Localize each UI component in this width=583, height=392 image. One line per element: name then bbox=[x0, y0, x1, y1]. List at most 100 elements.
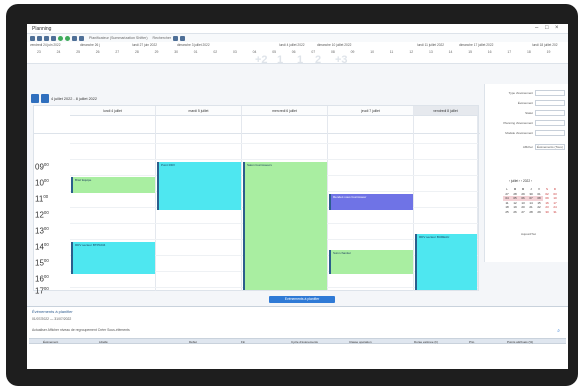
timeline-day-number[interactable]: 28 bbox=[135, 50, 139, 54]
minimize-icon[interactable]: – bbox=[535, 25, 538, 31]
timeline-day-number[interactable]: 30 bbox=[174, 50, 178, 54]
day-header-wednesday[interactable]: mercredi 6 juillet bbox=[242, 106, 328, 116]
list-icon[interactable] bbox=[51, 35, 56, 41]
export-icon[interactable] bbox=[180, 35, 186, 41]
mini-calendar-day[interactable]: 29 bbox=[535, 210, 543, 215]
timeline-date: dimanche 26 j bbox=[80, 43, 100, 47]
timeline-count: 1 bbox=[277, 54, 284, 66]
filter-select[interactable] bbox=[535, 130, 565, 136]
filter-select[interactable] bbox=[535, 100, 565, 106]
day-header-friday[interactable]: vendredi 8 juillet bbox=[414, 106, 478, 116]
event-item[interactable]: Suivi chantier bbox=[329, 250, 413, 274]
timeline-day-number[interactable]: 10 bbox=[370, 50, 374, 54]
day-header-monday[interactable]: lundi 4 juillet bbox=[70, 106, 156, 116]
filter-select[interactable] bbox=[535, 110, 565, 116]
timeline-day-number[interactable]: 17 bbox=[507, 50, 511, 54]
timeline-day-number[interactable]: 11 bbox=[390, 50, 394, 54]
event-item[interactable]: Point RDV bbox=[157, 162, 241, 210]
zoom-icon[interactable] bbox=[72, 35, 77, 41]
refresh-icon[interactable] bbox=[58, 35, 63, 41]
timeline-date: dimanche 10 juillet 2022 bbox=[317, 43, 352, 47]
column-header[interactable]: Début bbox=[189, 340, 197, 344]
from-date-field[interactable]: 01/07/2022 bbox=[32, 317, 49, 321]
search-icon[interactable]: ⌕ bbox=[557, 328, 560, 334]
mini-calendar-day[interactable]: 28 bbox=[527, 210, 535, 215]
today-link[interactable]: Aujourd'hui bbox=[521, 232, 536, 236]
timeline-day-number[interactable]: 27 bbox=[115, 50, 119, 54]
column-header[interactable]: Libellé bbox=[99, 340, 108, 344]
panel-toolbar[interactable]: Actualiser Afficher niveau de regroupeme… bbox=[32, 328, 130, 332]
timeline-day-number[interactable]: 13 bbox=[429, 50, 433, 54]
timeline-day-number[interactable]: 09 bbox=[351, 50, 355, 54]
timeline-count: +2 bbox=[255, 54, 268, 66]
app-screen: Planning – □ × Planificateur (Summarizat… bbox=[27, 24, 568, 369]
timeline-day-number[interactable]: 06 bbox=[292, 50, 296, 54]
timeline-count: +3 bbox=[335, 54, 348, 66]
timeline-day-number[interactable]: 02 bbox=[213, 50, 217, 54]
day-header-tuesday[interactable]: mardi 5 juillet bbox=[156, 106, 242, 116]
window-title: Planning bbox=[32, 26, 52, 32]
timeline-day-number[interactable]: 25 bbox=[76, 50, 80, 54]
add-icon[interactable] bbox=[65, 35, 70, 41]
prev-week-button[interactable] bbox=[31, 94, 39, 103]
timeline-date: lundi 18 juillet 202 bbox=[532, 43, 558, 47]
hour-label: 1400 bbox=[35, 242, 49, 252]
mini-calendar-day[interactable]: 27 bbox=[519, 210, 527, 215]
mini-calendar-day[interactable]: 30 bbox=[543, 210, 551, 215]
toolbar-period-label: Planificateur (Summarization Shifter) bbox=[89, 36, 148, 40]
filter-label: Évènement bbox=[517, 101, 533, 105]
timeline-day-number[interactable]: 26 bbox=[96, 50, 100, 54]
event-item[interactable]: Rendez-vous fournisseur bbox=[329, 194, 413, 210]
timeline-day-number[interactable]: 23 bbox=[37, 50, 41, 54]
mini-calendar-day[interactable]: 25 bbox=[503, 210, 511, 215]
calendar-range: 4 juillet 2022 - 8 juillet 2022 bbox=[51, 97, 98, 101]
next-week-button[interactable] bbox=[41, 94, 49, 103]
mini-calendar-day[interactable]: 31 bbox=[551, 210, 559, 215]
timeline-day-number[interactable]: 19 bbox=[547, 50, 551, 54]
column-header[interactable]: Durée estimée (h) bbox=[414, 340, 438, 344]
mini-calendar[interactable]: L M M J V S D 27 28 29 30 01 02 03 04 05 06 07 08 09 10 11 12 1… bbox=[503, 187, 561, 214]
mini-calendar-title: ‹ juillet › ‹ 2022 › bbox=[509, 179, 533, 183]
calendar-month-icon[interactable] bbox=[44, 35, 49, 41]
toolbar-search[interactable]: Rechercher bbox=[153, 36, 172, 40]
column-header[interactable]: Fin bbox=[241, 340, 245, 344]
day-header-thursday[interactable]: jeudi 7 juillet bbox=[328, 106, 414, 116]
timeline-day-number[interactable]: 18 bbox=[527, 50, 531, 54]
main-toolbar: Planificateur (Summarization Shifter) Re… bbox=[27, 34, 568, 42]
maximize-icon[interactable]: □ bbox=[545, 25, 549, 31]
timeline-day-number[interactable]: 03 bbox=[233, 50, 237, 54]
timeline-day-number[interactable]: 15 bbox=[468, 50, 472, 54]
timeline-day-number[interactable]: 05 bbox=[272, 50, 276, 54]
mini-calendar-week: 25 26 27 28 29 30 31 bbox=[503, 210, 561, 215]
display-select[interactable]: Évènements (Tous) bbox=[535, 144, 565, 150]
column-header[interactable]: Évènement bbox=[43, 340, 58, 344]
timeline-day-number[interactable]: 29 bbox=[155, 50, 159, 54]
close-icon[interactable]: × bbox=[555, 25, 559, 31]
column-header[interactable]: Classe opération bbox=[349, 340, 372, 344]
filter-select[interactable] bbox=[535, 90, 565, 96]
timeline-day-number[interactable]: 16 bbox=[488, 50, 492, 54]
filter-select[interactable] bbox=[535, 120, 565, 126]
column-header[interactable]: Points attribués (%) bbox=[507, 340, 533, 344]
to-date-field[interactable]: 31/07/2022 bbox=[54, 317, 71, 321]
print-icon[interactable] bbox=[173, 35, 179, 41]
column-header[interactable]: Cycle d'événements bbox=[291, 340, 318, 344]
events-to-plan-button[interactable]: Evénements à planifier bbox=[269, 296, 335, 303]
timeline-day-number[interactable]: 24 bbox=[57, 50, 61, 54]
event-item[interactable]: Brief Equipe bbox=[71, 177, 155, 193]
calendar-day-icon[interactable] bbox=[30, 35, 35, 41]
filter-icon[interactable] bbox=[79, 35, 84, 41]
calendar-week-icon[interactable] bbox=[37, 35, 42, 41]
event-item[interactable]: Salon fournisseurs bbox=[243, 162, 327, 290]
timeline-day-number[interactable]: 01 bbox=[194, 50, 198, 54]
hour-label: 1600 bbox=[35, 274, 49, 284]
mini-calendar-day[interactable]: 26 bbox=[511, 210, 519, 215]
device-frame: Planning – □ × Planificateur (Summarizat… bbox=[6, 4, 578, 386]
event-item[interactable]: RDV secteur BUREAU bbox=[415, 234, 477, 290]
column-header[interactable]: Prio bbox=[469, 340, 474, 344]
event-item[interactable]: RDV secteur BTP0234 bbox=[71, 242, 155, 274]
filter-label: Modèle d'événement bbox=[505, 131, 533, 135]
timeline-day-number[interactable]: 14 bbox=[449, 50, 453, 54]
timeline-day-number[interactable]: 12 bbox=[409, 50, 413, 54]
filter-row: Statut bbox=[485, 110, 568, 117]
